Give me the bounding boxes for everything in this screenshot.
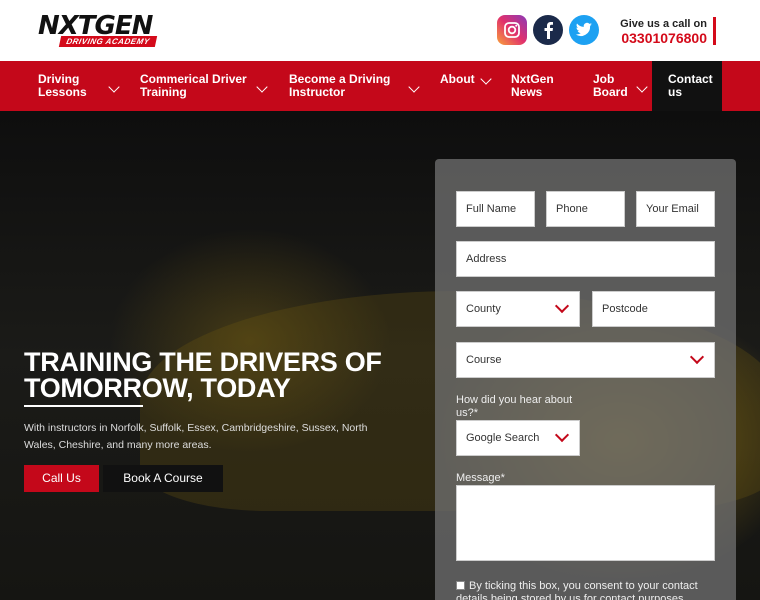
nav-item-contact[interactable]: Contact us [652, 61, 722, 111]
chevron-down-icon [554, 298, 570, 314]
email-input[interactable]: Your Email [636, 191, 715, 227]
title-underline [24, 405, 143, 407]
nav-item-label: Job Board [593, 72, 628, 99]
call-label: Give us a call on [620, 18, 707, 30]
facebook-icon[interactable] [533, 15, 563, 45]
logo[interactable]: NXTGEN DRIVING ACADEMY [38, 13, 158, 47]
nav-item-label: NxtGen News [511, 72, 554, 99]
chevron-down-icon [636, 81, 648, 93]
chevron-down-icon [408, 81, 420, 93]
course-select-value: Course [466, 354, 502, 366]
consent-text: By ticking this box, you consent to your… [456, 580, 698, 600]
nav-item-label: Contact us [668, 72, 713, 99]
nav-item-label: Become a Driving Instructor [289, 72, 391, 99]
chevron-down-icon [108, 81, 120, 93]
heard-about-select[interactable]: Google Search [456, 420, 580, 456]
nav-item-label: Commerical Driver Training [140, 72, 247, 99]
nav-item-label: About [440, 72, 475, 86]
hero-title: TRAINING THE DRIVERS OF TOMORROW, TODAY [24, 347, 382, 403]
chevron-down-icon [480, 73, 492, 85]
chevron-down-icon [689, 349, 705, 365]
nav-item-news[interactable]: NxtGen News [511, 61, 573, 111]
hero-subtitle: With instructors in Norfolk, Suffolk, Es… [24, 422, 368, 451]
consent-checkbox[interactable] [456, 581, 465, 590]
main-nav: Driving Lessons Commerical Driver Traini… [0, 61, 760, 111]
message-textarea[interactable] [456, 485, 715, 561]
hero-section: TRAINING THE DRIVERS OF TOMORROW, TODAY … [0, 111, 760, 600]
nav-item-label: Driving Lessons [38, 72, 87, 99]
county-select[interactable]: County [456, 291, 580, 327]
logo-tagline: DRIVING ACADEMY [58, 36, 158, 47]
chevron-down-icon [256, 81, 268, 93]
instagram-icon[interactable] [497, 15, 527, 45]
message-label: Message* [456, 472, 505, 484]
chevron-down-icon [554, 427, 570, 443]
book-course-button[interactable]: Book A Course [103, 465, 223, 492]
nav-item-become-instructor[interactable]: Become a Driving Instructor [289, 61, 421, 111]
phone-input[interactable]: Phone [546, 191, 625, 227]
phone-number-link[interactable]: 03301076800 [621, 30, 707, 46]
nav-item-driving-lessons[interactable]: Driving Lessons [38, 61, 120, 111]
address-input[interactable]: Address [456, 241, 715, 277]
heard-about-select-value: Google Search [466, 432, 540, 444]
site-header: NXTGEN DRIVING ACADEMY Give us a call on… [0, 0, 760, 61]
nav-item-job-board[interactable]: Job Board [593, 61, 648, 111]
consent-row: By ticking this box, you consent to your… [456, 580, 715, 600]
enquiry-form: Full Name Phone Your Email Address Count… [435, 159, 736, 600]
call-us-button[interactable]: Call Us [24, 465, 99, 492]
postcode-input[interactable]: Postcode [592, 291, 715, 327]
divider [713, 17, 716, 45]
full-name-input[interactable]: Full Name [456, 191, 535, 227]
county-select-value: County [466, 303, 501, 315]
heard-about-label: How did you hear about us?* [456, 394, 573, 419]
course-select[interactable]: Course [456, 342, 715, 378]
twitter-icon[interactable] [569, 15, 599, 45]
nav-item-about[interactable]: About [440, 61, 492, 111]
nav-item-commercial-training[interactable]: Commerical Driver Training [140, 61, 270, 111]
